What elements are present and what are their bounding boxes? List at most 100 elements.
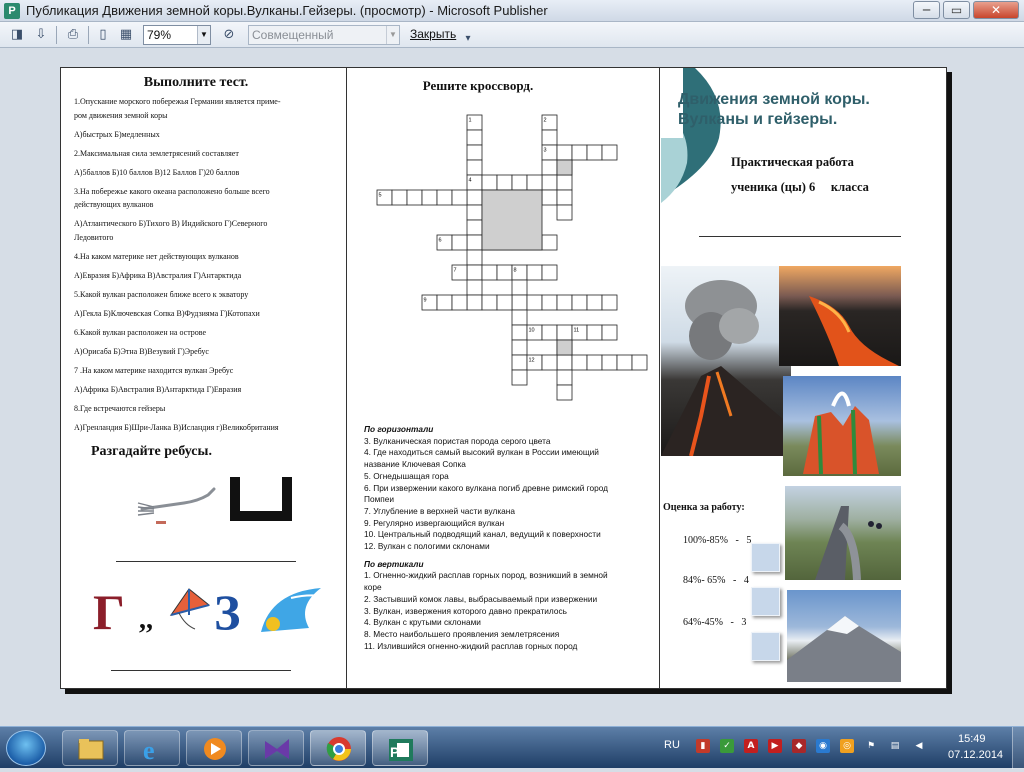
ie-icon[interactable]: e — [124, 730, 180, 766]
crossword-blank-block — [481, 189, 543, 251]
tray-app-icon[interactable]: ◉ — [816, 739, 830, 753]
grade-row-5: 100%-85% - 5 — [683, 535, 752, 546]
crossword-cell — [586, 354, 603, 371]
chevron-down-icon[interactable]: ▼ — [386, 26, 399, 44]
flag-icon[interactable]: ⚑ — [864, 739, 878, 753]
maximize-button[interactable]: ▭ — [943, 1, 970, 19]
crossword-cell — [496, 174, 513, 191]
crossword-cell — [496, 264, 513, 281]
toolbar-separator — [56, 26, 57, 44]
horizontal-clues-heading: По горизонтали — [364, 424, 434, 434]
crossword-cell — [586, 324, 603, 341]
crossword-cell — [586, 294, 603, 311]
clue-h-6: 6. При извержении какого вулкана погиб д… — [364, 482, 608, 493]
crossword-cell — [421, 189, 438, 206]
crossword-cell — [451, 234, 468, 251]
toggle-icon[interactable]: ⊘ — [220, 26, 238, 44]
crossword-cell — [436, 294, 453, 311]
save-icon[interactable]: ⇩ — [32, 26, 50, 44]
tray-app-icon[interactable]: ▶ — [768, 739, 782, 753]
publisher-icon[interactable]: P — [372, 730, 428, 766]
crossword-clue-number: 10 — [529, 328, 535, 334]
crossword-cell — [466, 159, 483, 176]
shield-icon[interactable]: ◆ — [792, 739, 806, 753]
clue-h-4-cont: название Ключевая Сопка — [364, 459, 466, 470]
visual-studio-icon[interactable] — [248, 730, 304, 766]
grade-box-4 — [751, 587, 780, 616]
clue-h-9: 9. Регулярно извергающийся вулкан — [364, 517, 505, 528]
tray-app-icon[interactable]: ▮ — [696, 739, 710, 753]
close-preview-button[interactable]: Закрыть — [410, 27, 456, 41]
start-button[interactable] — [6, 730, 46, 766]
explorer-icon[interactable] — [62, 730, 118, 766]
brochure-title: Движения земной коры. Вулканы и гейзеры. — [678, 91, 870, 128]
crossword-cell — [466, 144, 483, 161]
crossword-cell — [541, 264, 558, 281]
crossword-grid: 1 234567 8910 1112 — [376, 114, 648, 401]
multi-page-icon[interactable]: ▦ — [117, 26, 135, 44]
crossword-cell — [511, 294, 528, 311]
page-setup-icon[interactable]: ◨ — [8, 26, 26, 44]
zoom-select[interactable]: 79% ▼ — [143, 25, 211, 45]
practical-label: Практическая работа — [731, 155, 854, 169]
crossword-cell — [481, 174, 498, 191]
toolbar-overflow-icon[interactable]: ▾ — [462, 30, 474, 48]
clue-h-4: 4. Где находиться самый высокий вулкан в… — [364, 447, 599, 458]
letter-p-icon — [230, 477, 292, 521]
media-player-icon[interactable] — [186, 730, 242, 766]
clue-v-1: 1. Огненно-жидкий расплав горных пород, … — [364, 570, 608, 581]
crossword-cell — [616, 354, 633, 371]
crossword-cell — [556, 384, 573, 401]
crossword-cell — [466, 294, 483, 311]
crossword-cell — [601, 294, 618, 311]
zoom-value: 79% — [147, 28, 172, 42]
rebus-heading: Разгадайте ребусы. — [91, 444, 212, 459]
answer-line — [111, 670, 291, 671]
question-7: 7 .На каком материке находится вулкан Эр… — [74, 365, 234, 375]
answers-6: А)Орисаба Б)Этна В)Везувий Г)Эребус — [74, 346, 209, 356]
crossword-clue-number: 12 — [529, 358, 535, 364]
crossword-blank-block — [556, 339, 573, 356]
crossword-heading: Решите кроссворд. — [422, 78, 534, 93]
single-page-icon[interactable]: ▯ — [94, 26, 112, 44]
crossword-cell — [511, 369, 528, 386]
question-6: 6.Какой вулкан расположен на острове — [74, 327, 207, 337]
chrome-icon[interactable] — [310, 730, 366, 766]
chevron-down-icon[interactable]: ▼ — [197, 26, 210, 44]
crossword-cell — [541, 189, 558, 206]
adobe-icon[interactable]: A — [744, 739, 758, 753]
minimize-button[interactable]: ─ — [913, 1, 940, 19]
crossword-cell — [526, 294, 543, 311]
network-icon[interactable]: ▤ — [888, 739, 902, 753]
tray-app-icon[interactable]: ◎ — [840, 739, 854, 753]
crossword-cell — [541, 354, 558, 371]
clock-time[interactable]: 15:49 — [958, 733, 986, 745]
crossword-cell — [466, 249, 483, 266]
clue-v-8: 8. Место наибольшего проявления землетря… — [364, 628, 560, 639]
view-mode-select[interactable]: Совмещенный ▼ — [248, 25, 400, 45]
publisher-app-icon[interactable]: P — [4, 3, 20, 19]
grade-heading: Оценка за работу: — [663, 502, 745, 513]
language-indicator[interactable]: RU — [664, 739, 680, 751]
volume-icon[interactable]: ◀ — [912, 739, 926, 753]
crossword-panel: Решите кроссворд. 1 2 3 4 5 6 7 8 9 10 11 12 По гор… — [348, 68, 660, 688]
print-icon[interactable]: ⎙ — [64, 26, 82, 44]
crossword-cell — [526, 264, 543, 281]
fork-icon — [137, 487, 216, 524]
crossword-cell — [466, 129, 483, 146]
show-desktop-button[interactable] — [1012, 727, 1024, 769]
crossword-cell — [541, 174, 558, 191]
crossword-cell — [601, 324, 618, 341]
tray-app-icon[interactable]: ✓ — [720, 739, 734, 753]
lava-flow-photo — [779, 266, 901, 366]
crossword-clue-number: 11 — [574, 328, 580, 334]
close-window-button[interactable]: ✕ — [973, 1, 1019, 19]
grade-row-3: 64%-45% - 3 — [683, 617, 747, 628]
svg-text:e: e — [143, 736, 155, 765]
preview-workspace: Выполните тест. 1.Опускание морского поб… — [0, 49, 1024, 726]
crossword-cell — [436, 189, 453, 206]
crossword-clue-number: 4 — [469, 178, 472, 184]
clock-date[interactable]: 07.12.2014 — [948, 749, 1003, 761]
crossword-cell — [541, 159, 558, 176]
question-4: 4.На каком материке нет действующих вулк… — [74, 251, 239, 261]
